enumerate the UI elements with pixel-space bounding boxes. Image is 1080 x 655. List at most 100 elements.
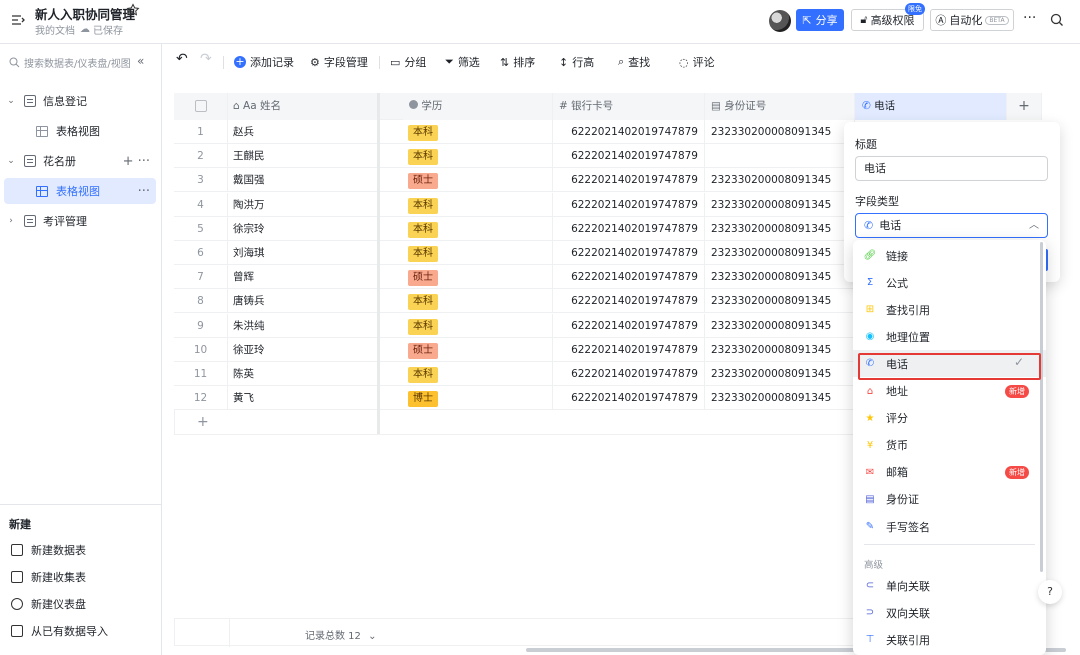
more-icon[interactable]: ···: [1023, 10, 1036, 26]
education-cell[interactable]: 本科: [403, 192, 553, 217]
more-icon[interactable]: ···: [138, 184, 150, 199]
field-type-option[interactable]: ⊂ 单向关联: [853, 572, 1046, 599]
bank-card-cell[interactable]: 6222021402019747879: [553, 265, 705, 290]
id-number-cell[interactable]: [705, 144, 855, 169]
sidebar-item-info-grid-view[interactable]: 表格视图: [4, 118, 156, 144]
column-header-name[interactable]: ⌂ Aa 姓名: [228, 93, 378, 120]
bank-card-cell[interactable]: 6222021402019747879: [553, 289, 705, 314]
automation-button[interactable]: Ⓐ 自动化 BETA: [930, 9, 1014, 31]
column-header-education[interactable]: 学历: [403, 93, 553, 120]
group-button[interactable]: ▭ 分组: [390, 54, 426, 70]
table-row[interactable]: 7 曾辉 硕士 6222021402019747879 2323302000080913…: [174, 265, 857, 290]
field-title-input[interactable]: 电话: [855, 156, 1048, 181]
education-cell[interactable]: 硕士: [403, 265, 553, 290]
table-row[interactable]: 12 黄飞 博士 6222021402019747879 232330200008091…: [174, 386, 857, 411]
row-height-button[interactable]: ↕ 行高: [559, 54, 594, 70]
id-number-cell[interactable]: 232330200008091345: [705, 265, 855, 290]
filter-button[interactable]: ⏷ 筛选: [445, 54, 480, 70]
sidebar-item-roster-grid-view[interactable]: 表格视图 ···: [4, 178, 156, 204]
education-cell[interactable]: 本科: [403, 241, 553, 265]
sidebar-item-evaluation[interactable]: › 考评管理: [4, 208, 156, 234]
id-number-cell[interactable]: 232330200008091345: [705, 216, 855, 241]
education-cell[interactable]: 本科: [403, 120, 553, 144]
add-icon[interactable]: + ···: [123, 154, 150, 169]
field-type-option[interactable]: ▤ 身份证: [853, 486, 1046, 513]
sidebar-item-roster[interactable]: ⌄ 花名册 + ···: [4, 148, 156, 174]
education-cell[interactable]: 本科: [403, 313, 553, 338]
redo-icon[interactable]: ↷: [200, 51, 212, 67]
field-type-option[interactable]: ◉ 地理位置: [853, 323, 1046, 350]
new-table-button[interactable]: 新建数据表: [11, 542, 86, 558]
name-cell[interactable]: 徐宗玲: [228, 216, 378, 241]
education-cell[interactable]: 本科: [403, 216, 553, 241]
field-type-option[interactable]: ⊞ 查找引用: [853, 296, 1046, 323]
bank-card-cell[interactable]: 6222021402019747879: [553, 313, 705, 338]
name-cell[interactable]: 陶洪万: [228, 192, 378, 217]
avatar[interactable]: [769, 10, 791, 32]
field-type-option[interactable]: ¥ 货币: [853, 432, 1046, 459]
table-row[interactable]: 5 徐宗玲 本科 6222021402019747879 232330200008091…: [174, 216, 857, 241]
education-cell[interactable]: 博士: [403, 386, 553, 411]
new-dashboard-button[interactable]: 新建仪表盘: [11, 596, 86, 612]
chevron-down-icon[interactable]: ⌄: [4, 96, 18, 106]
id-number-cell[interactable]: 232330200008091345: [705, 192, 855, 217]
field-type-option[interactable]: 🔗︎ 链接: [853, 242, 1046, 269]
collapse-sidebar-icon[interactable]: «: [137, 54, 144, 68]
bank-card-cell[interactable]: 6222021402019747879: [553, 362, 705, 386]
id-number-cell[interactable]: 232330200008091345: [705, 120, 855, 144]
add-column-button[interactable]: +: [1007, 93, 1042, 120]
add-row-button[interactable]: +: [174, 409, 857, 435]
id-number-cell[interactable]: 232330200008091345: [705, 241, 855, 265]
name-cell[interactable]: 王麒民: [228, 144, 378, 169]
bank-card-cell[interactable]: 6222021402019747879: [553, 216, 705, 241]
field-type-option[interactable]: ⊃ 双向关联: [853, 599, 1046, 626]
bank-card-cell[interactable]: 6222021402019747879: [553, 192, 705, 217]
table-row[interactable]: 3 戴国强 硕士 6222021402019747879 232330200008091…: [174, 168, 857, 193]
table-row[interactable]: 4 陶洪万 本科 6222021402019747879 232330200008091…: [174, 192, 857, 217]
table-row[interactable]: 10 徐亚玲 硕士 6222021402019747879 23233020000809…: [174, 337, 857, 362]
sort-button[interactable]: ⇅ 排序: [500, 54, 535, 70]
education-cell[interactable]: 本科: [403, 144, 553, 169]
dropdown-scrollbar[interactable]: [1040, 242, 1043, 572]
education-cell[interactable]: 硕士: [403, 337, 553, 362]
name-cell[interactable]: 朱洪纯: [228, 313, 378, 338]
name-cell[interactable]: 陈英: [228, 362, 378, 386]
column-header-bank-card[interactable]: # 银行卡号: [553, 93, 705, 120]
table-row[interactable]: 8 唐铸兵 本科 6222021402019747879 232330200008091…: [174, 289, 857, 314]
bank-card-cell[interactable]: 6222021402019747879: [553, 144, 705, 169]
table-row[interactable]: 9 朱洪纯 本科 6222021402019747879 232330200008091…: [174, 313, 857, 338]
import-data-button[interactable]: 从已有数据导入: [11, 623, 108, 639]
bank-card-cell[interactable]: 6222021402019747879: [553, 241, 705, 265]
find-button[interactable]: ⌕ 查找: [618, 54, 650, 70]
name-cell[interactable]: 唐铸兵: [228, 289, 378, 314]
education-cell[interactable]: 本科: [403, 362, 553, 386]
field-type-option[interactable]: ⊤ 关联引用: [853, 626, 1046, 653]
field-type-option[interactable]: ✉ 邮箱 新增: [853, 459, 1046, 486]
name-cell[interactable]: 赵兵: [228, 120, 378, 144]
undo-icon[interactable]: ↶: [176, 51, 188, 67]
field-type-option[interactable]: ★ 评分: [853, 405, 1046, 432]
column-header-phone[interactable]: ✆ 电话: [855, 93, 1007, 120]
doc-title[interactable]: 新人入职协同管理: [35, 4, 135, 23]
id-number-cell[interactable]: 232330200008091345: [705, 362, 855, 386]
table-row[interactable]: 11 陈英 本科 6222021402019747879 232330200008091…: [174, 362, 857, 386]
help-icon[interactable]: ?: [1038, 580, 1062, 604]
add-record-button[interactable]: + 添加记录: [234, 54, 294, 70]
bank-card-cell[interactable]: 6222021402019747879: [553, 120, 705, 144]
bank-card-cell[interactable]: 6222021402019747879: [553, 168, 705, 193]
chevron-right-icon[interactable]: ›: [4, 216, 18, 226]
field-type-option[interactable]: ⌂ 地址 新增: [853, 378, 1046, 405]
field-type-option[interactable]: ✎ 手写签名: [853, 513, 1046, 540]
star-icon[interactable]: [126, 3, 140, 17]
name-cell[interactable]: 刘海琪: [228, 241, 378, 265]
id-number-cell[interactable]: 232330200008091345: [705, 313, 855, 338]
field-manage-button[interactable]: ⚙ 字段管理: [310, 54, 368, 70]
name-cell[interactable]: 徐亚玲: [228, 337, 378, 362]
table-row[interactable]: 6 刘海琪 本科 6222021402019747879 232330200008091…: [174, 241, 857, 265]
comment-button[interactable]: ◌ 评论: [679, 54, 715, 70]
education-cell[interactable]: 硕士: [403, 168, 553, 193]
frozen-column-divider[interactable]: [377, 93, 380, 435]
new-form-button[interactable]: 新建收集表: [11, 569, 86, 585]
doc-location[interactable]: 我的文档: [35, 22, 75, 37]
search-icon[interactable]: [1050, 13, 1064, 27]
